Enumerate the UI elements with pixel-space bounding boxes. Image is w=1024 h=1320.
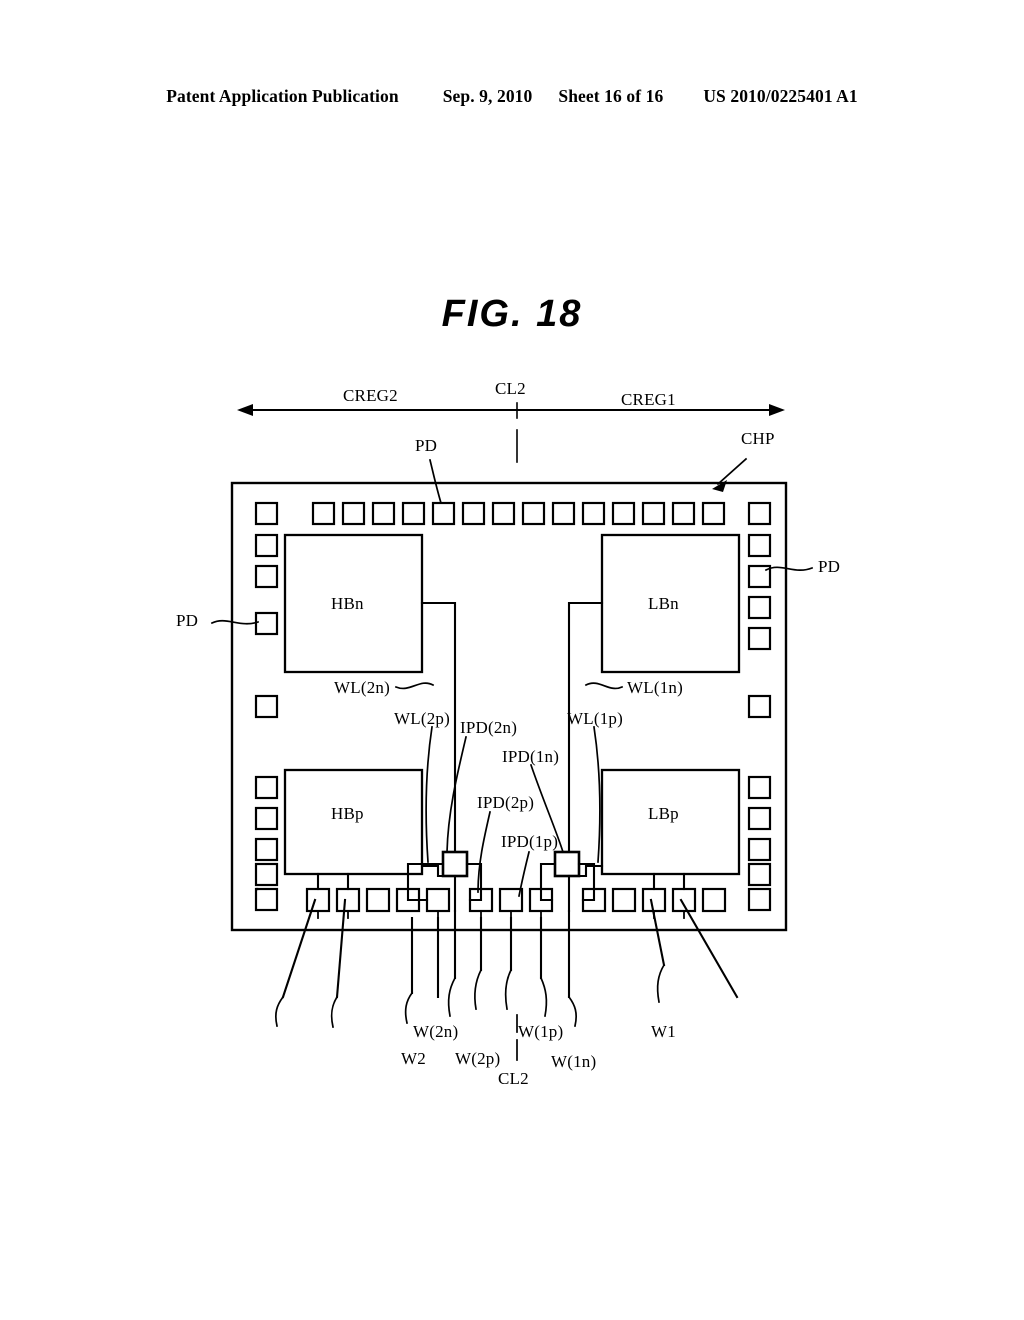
- leader-WL2p: [425, 726, 433, 863]
- chip-outline: [230, 481, 788, 932]
- bottom-vertical-lines: [436, 909, 571, 999]
- bottom-leader-hooks: [274, 963, 666, 1029]
- label-block-HBn: HBn: [331, 594, 364, 613]
- label-chp: CHP: [741, 429, 775, 448]
- region-span-arrow: [237, 404, 785, 416]
- patent-figure-page: Patent Application Publication Sep. 9, 2…: [0, 0, 1024, 1320]
- label-pd-right: PD: [818, 557, 841, 576]
- label-CL2-bottom: CL2: [498, 1069, 529, 1088]
- pd-leader-top: [428, 458, 443, 505]
- label-WL2n: WL(2n): [334, 678, 390, 697]
- label-pd-left: PD: [176, 611, 199, 630]
- leader-IPD1p: [517, 850, 531, 898]
- top-pad-row: [311, 501, 726, 526]
- chp-leader: [712, 457, 748, 492]
- label-IPD2p: IPD(2p): [477, 793, 535, 812]
- ipd-pad-right: [553, 850, 581, 878]
- label-W1n: W(1n): [551, 1052, 597, 1071]
- leader-IPD2p: [477, 810, 492, 893]
- label-pd-top: PD: [415, 436, 438, 455]
- leader-IPD2n: [446, 735, 468, 853]
- label-block-HBp: HBp: [331, 804, 364, 823]
- label-cl2-top: CL2: [495, 379, 526, 398]
- label-W1: W1: [651, 1022, 676, 1041]
- chip-layout-drawing: [0, 0, 1024, 1320]
- pd-leader-left: [210, 619, 260, 625]
- label-creg1: CREG1: [621, 390, 676, 409]
- label-WL1p: WL(1p): [567, 709, 623, 728]
- leader-WL2n: [394, 682, 435, 690]
- label-IPD2n: IPD(2n): [460, 718, 518, 737]
- label-creg2: CREG2: [343, 386, 398, 405]
- label-W2n: W(2n): [413, 1022, 459, 1041]
- label-WL2p: WL(2p): [394, 709, 450, 728]
- label-WL1n: WL(1n): [627, 678, 683, 697]
- label-IPD1n: IPD(1n): [502, 747, 560, 766]
- bottom-pad-row: [255, 887, 727, 913]
- leader-WL1n: [584, 682, 624, 690]
- label-W2p: W(2p): [455, 1049, 501, 1068]
- label-IPD1p: IPD(1p): [501, 832, 559, 851]
- leader-WL1p: [593, 726, 601, 863]
- ipd-pad-left: [441, 850, 469, 878]
- label-block-LBn: LBn: [648, 594, 679, 613]
- label-W2: W2: [401, 1049, 426, 1068]
- label-W1p: W(1p): [518, 1022, 564, 1041]
- wire-WL2p: [420, 864, 457, 878]
- pd-leader-right: [764, 566, 814, 572]
- ipd-pads: [441, 850, 581, 878]
- right-pad-column: [747, 533, 772, 887]
- wire-WL1p: [567, 864, 604, 878]
- left-pad-column: [254, 533, 279, 887]
- label-block-LBp: LBp: [648, 804, 679, 823]
